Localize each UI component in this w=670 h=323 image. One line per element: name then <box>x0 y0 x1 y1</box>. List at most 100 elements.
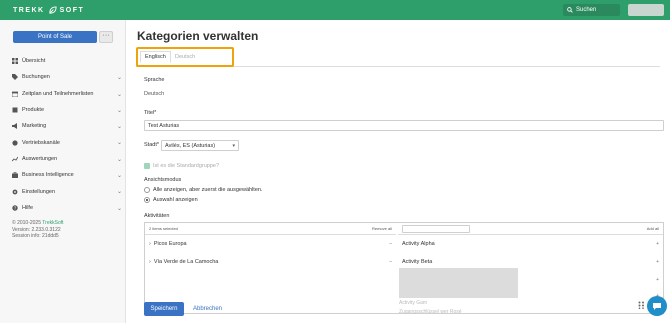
stadt-select[interactable]: Avilés, ES (Asturias) ▾ <box>161 140 239 151</box>
add-item-button[interactable]: + <box>656 241 659 247</box>
leaf-icon <box>48 5 57 14</box>
session-info-text: Session info: 21ddd5 <box>12 233 59 240</box>
sidebar-item-uebersicht[interactable]: Übersicht <box>12 53 122 69</box>
aktivitaeten-label: Aktivitäten <box>144 213 170 219</box>
titel-input-value: Test Asturias <box>148 122 180 129</box>
sidebar-item-label: Buchungen <box>22 74 50 81</box>
sidebar-footer: © 2010-2025 TrekkSoft Version: 2.233.0.3… <box>12 220 122 240</box>
chevron-down-icon: ⌄ <box>116 140 122 147</box>
chevron-right-icon: › <box>149 241 151 247</box>
sidebar-item-vertriebskanaele[interactable]: Vertriebskanäle ⌄ <box>12 134 122 150</box>
add-item-button[interactable]: + <box>656 259 659 265</box>
sidebar-item-label: Zeitplan und Teilnehmerlisten <box>22 90 94 97</box>
sidebar-item-label: Hilfe <box>22 204 34 211</box>
grid-icon <box>12 58 18 65</box>
megaphone-icon <box>12 123 18 130</box>
search-label: Suchen <box>576 7 597 13</box>
chevron-down-icon: ⌄ <box>116 107 122 114</box>
sidebar-item-label: Produkte <box>22 107 45 114</box>
sidebar-item-label: Vertriebskanäle <box>22 139 60 146</box>
box-icon <box>12 107 18 113</box>
copyright-brand-link[interactable]: TrekkSoft <box>42 220 63 226</box>
more-button[interactable]: ··· <box>99 31 113 43</box>
logo-text-left: TREKK <box>13 6 45 14</box>
sidebar-item-label: Business Intelligence <box>22 172 74 179</box>
chevron-down-icon: ⌄ <box>116 205 122 212</box>
stadt-select-value: Avilés, ES (Asturias) <box>165 142 216 149</box>
globe-icon <box>12 140 18 146</box>
sidebar-item-label: Einstellungen <box>22 188 56 195</box>
sidebar-item-business-intelligence[interactable]: Business Intelligence ⌄ <box>12 167 122 183</box>
chevron-right-icon: › <box>149 259 151 265</box>
remove-item-button[interactable]: – <box>389 259 392 265</box>
search-icon <box>567 7 573 13</box>
chevron-down-icon: ⌄ <box>116 189 122 196</box>
sidebar-item-produkte[interactable]: Produkte ⌄ <box>12 102 122 118</box>
chevron-down-icon: ⌄ <box>116 75 122 82</box>
selected-list-header: 2 items selected Remove all <box>145 223 396 235</box>
sidebar-item-zeitplan[interactable]: Zeitplan und Teilnehmerlisten ⌄ <box>12 86 122 102</box>
sidebar-item-buchungen[interactable]: Buchungen ⌄ <box>12 69 122 85</box>
add-all-button[interactable]: Add all <box>647 226 659 231</box>
ansichtsmodus-label: Ansichtsmodus <box>144 177 182 183</box>
remove-item-button[interactable]: – <box>389 241 392 247</box>
sidebar-item-hilfe[interactable]: ? Hilfe ⌄ <box>12 200 122 216</box>
user-menu[interactable] <box>628 4 664 16</box>
faded-list-item: Zugangsschlüssel wer Rosé <box>399 309 462 315</box>
remove-all-button[interactable]: Remove all <box>372 226 392 231</box>
sidebar-item-auswertungen[interactable]: Auswertungen ⌄ <box>12 151 122 167</box>
chevron-down-icon: ▾ <box>232 143 235 149</box>
chat-widget-button[interactable] <box>647 296 667 316</box>
drag-handle-icon[interactable] <box>638 301 646 309</box>
sidebar-item-label: Marketing <box>22 123 47 130</box>
copyright-prefix: © 2010-2025 <box>12 220 43 226</box>
sprache-value: Deutsch <box>144 91 165 97</box>
chevron-down-icon: ⌄ <box>116 156 122 163</box>
tabs-highlight <box>136 47 234 67</box>
chevron-down-icon: ⌄ <box>116 91 122 98</box>
list-item[interactable]: › Picos Europa – <box>145 235 396 253</box>
add-item-button[interactable]: + <box>656 277 659 283</box>
faded-list-item: Activity Gam <box>399 300 428 306</box>
standardgruppe-checkbox[interactable] <box>144 163 150 169</box>
point-of-sale-button[interactable]: Point of Sale <box>13 31 97 43</box>
help-icon: ? <box>12 205 18 211</box>
titel-input[interactable]: Test Asturias <box>144 120 664 131</box>
page-title: Kategorien verwalten <box>137 29 259 43</box>
radio-alle-anzeigen[interactable] <box>144 187 150 193</box>
sidebar: Point of Sale ··· Übersicht Buchungen ⌄ Z… <box>0 20 126 323</box>
standardgruppe-label: Ist es die Standardgruppe? <box>153 163 220 169</box>
sidebar-item-label: Auswertungen <box>22 155 58 162</box>
list-item-label: Picos Europa <box>153 241 187 247</box>
radio-auswahl-anzeigen[interactable] <box>144 197 150 203</box>
radio-auswahl-anzeigen-label: Auswahl anzeigen <box>153 197 198 203</box>
activity-filter-input[interactable] <box>402 224 470 233</box>
main-content: Kategorien verwalten Englisch Deutsch Sp… <box>126 20 670 323</box>
list-item-label: Activity Alpha <box>402 241 435 247</box>
redacted-area <box>399 268 518 298</box>
sidebar-item-einstellungen[interactable]: Einstellungen ⌄ <box>12 183 122 199</box>
search-button[interactable]: Suchen <box>563 4 620 16</box>
titel-label: Titel* <box>144 110 157 116</box>
list-item[interactable]: Activity Alpha + <box>398 235 663 253</box>
radio-alle-anzeigen-label: Alle anzeigen, aber zuerst die ausgewähl… <box>153 187 263 193</box>
available-list-header: Add all <box>398 223 663 235</box>
gear-icon <box>12 189 18 195</box>
cancel-link[interactable]: Abbrechen <box>193 306 222 312</box>
chat-bubble-icon <box>653 303 661 310</box>
list-item[interactable]: › Vía Verde de La Camocha – <box>145 253 396 271</box>
top-bar: TREKK SOFT Suchen <box>0 0 670 20</box>
trekksoft-logo[interactable]: TREKK SOFT <box>13 5 84 15</box>
calendar-icon <box>12 91 18 97</box>
sprache-label: Sprache <box>144 77 165 83</box>
briefcase-icon <box>12 172 18 179</box>
chart-icon <box>12 156 18 162</box>
save-button[interactable]: Speichern <box>144 302 184 316</box>
copyright-line: © 2010-2025 TrekkSoft <box>12 220 122 227</box>
chevron-down-icon: ⌄ <box>116 124 122 131</box>
chevron-down-icon: ⌄ <box>116 173 122 180</box>
sidebar-item-label: Übersicht <box>22 58 46 65</box>
version-text: Version: 2.233.0.3122 <box>12 226 61 233</box>
list-item-label: Activity Beta <box>402 259 433 265</box>
sidebar-item-marketing[interactable]: Marketing ⌄ <box>12 118 122 134</box>
